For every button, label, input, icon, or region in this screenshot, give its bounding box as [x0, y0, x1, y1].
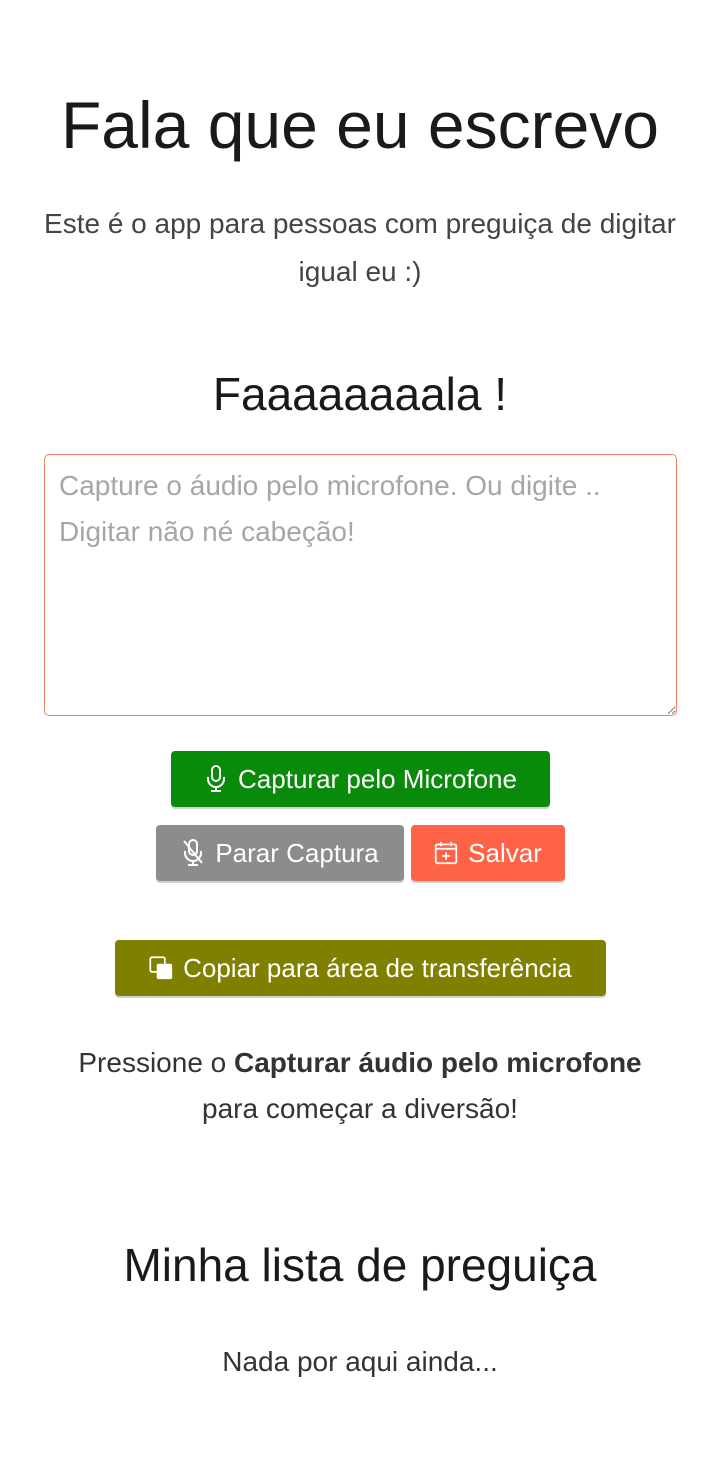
hint-suffix: para começar a diversão! [202, 1093, 518, 1124]
microphone-icon [204, 765, 228, 793]
hint-prefix: Pressione o [78, 1047, 235, 1078]
save-button-label: Salvar [468, 837, 542, 868]
page: Fala que eu escrevo Este é o app para pe… [0, 0, 720, 1480]
app-title: Fala que eu escrevo [60, 88, 660, 162]
list-heading: Minha lista de preguiça [123, 1239, 597, 1291]
copy-to-clipboard-button[interactable]: Copiar para área de transferência [115, 940, 606, 996]
stop-button-label: Parar Captura [215, 837, 379, 868]
speech-textarea[interactable] [44, 454, 677, 716]
copy-icon [149, 954, 173, 982]
save-button[interactable]: Salvar [411, 825, 565, 881]
hint-bold: Capturar áudio pelo microfone [234, 1047, 642, 1078]
microphone-off-icon [181, 839, 205, 867]
stop-capture-button[interactable]: Parar Captura [156, 825, 404, 881]
calendar-plus-icon [434, 839, 458, 867]
instruction-text: Pressione o Capturar áudio pelo microfon… [30, 1040, 690, 1132]
capture-microphone-button[interactable]: Capturar pelo Microfone [171, 751, 550, 807]
copy-button-label: Copiar para área de transferência [183, 952, 572, 983]
speech-heading: Faaaaaaaala ! [212, 368, 508, 420]
app-subtitle: Este é o app para pessoas com preguiça d… [44, 208, 676, 287]
capture-button-label: Capturar pelo Microfone [238, 763, 517, 794]
empty-list-message: Nada por aqui ainda... [222, 1346, 498, 1377]
